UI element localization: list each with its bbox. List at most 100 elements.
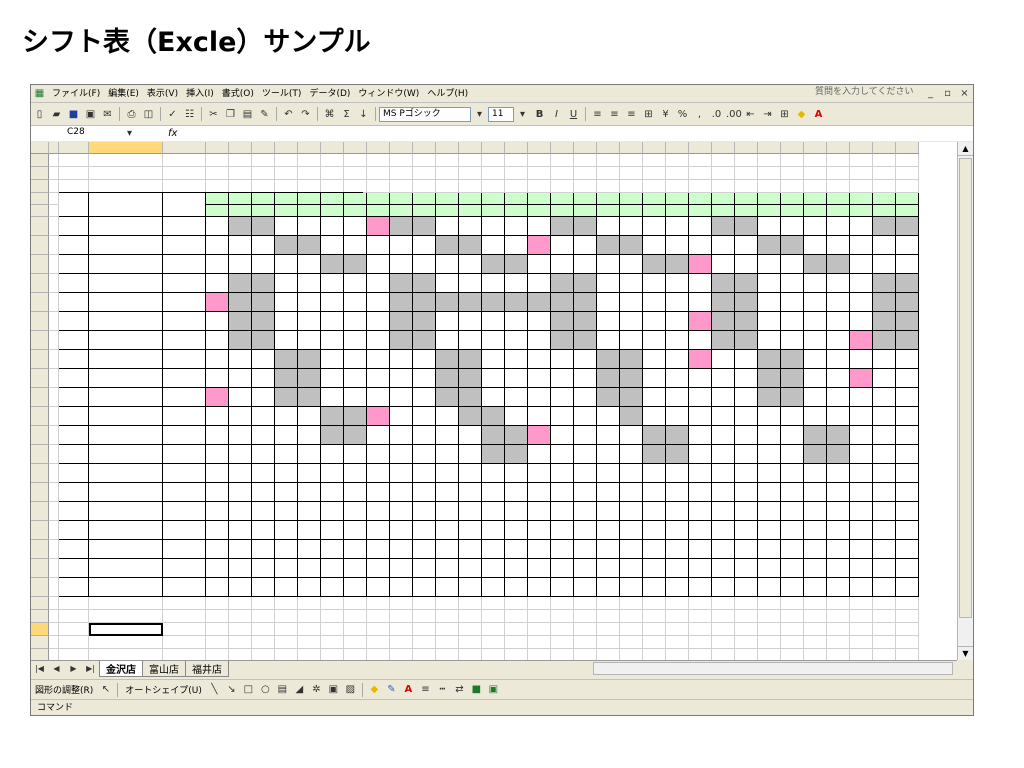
grid-cell[interactable] — [482, 623, 505, 636]
grid-cell[interactable] — [574, 540, 597, 559]
employee-role[interactable] — [163, 445, 206, 464]
grid-cell[interactable] — [49, 312, 59, 331]
shift-cell[interactable] — [206, 217, 229, 236]
grid-cell[interactable] — [827, 521, 850, 540]
shift-cell[interactable] — [827, 255, 850, 274]
grid-cell[interactable] — [459, 649, 482, 660]
grid-cell[interactable] — [712, 464, 735, 483]
grid-cell[interactable] — [758, 623, 781, 636]
shift-cell[interactable] — [689, 407, 712, 426]
row-header[interactable] — [31, 312, 49, 331]
grid-cell[interactable] — [873, 559, 896, 578]
grid-cell[interactable] — [896, 167, 919, 180]
grid-cell[interactable] — [436, 578, 459, 597]
grid-cell[interactable] — [344, 649, 367, 660]
shift-cell[interactable] — [689, 312, 712, 331]
grid-cell[interactable] — [89, 167, 163, 180]
shift-cell[interactable] — [459, 236, 482, 255]
grid-cell[interactable] — [597, 610, 620, 623]
grid-cell[interactable] — [229, 623, 252, 636]
shift-cell[interactable] — [620, 445, 643, 464]
grid-cell[interactable] — [643, 167, 666, 180]
shift-cell[interactable] — [689, 445, 712, 464]
grid-cell[interactable] — [712, 559, 735, 578]
shift-cell[interactable] — [321, 217, 344, 236]
employee-role[interactable] — [163, 426, 206, 445]
grid-cell[interactable] — [390, 623, 413, 636]
shift-cell[interactable] — [873, 293, 896, 312]
shift-cell[interactable] — [781, 217, 804, 236]
grid-cell[interactable] — [781, 610, 804, 623]
window-restore-icon[interactable]: ▫ — [940, 86, 955, 101]
grid-cell[interactable] — [551, 464, 574, 483]
grid-cell[interactable] — [643, 540, 666, 559]
column-header[interactable] — [551, 142, 574, 154]
shift-cell[interactable] — [643, 217, 666, 236]
grid-cell[interactable] — [735, 167, 758, 180]
shift-cell[interactable] — [666, 236, 689, 255]
grid-cell[interactable] — [59, 521, 89, 540]
grid-cell[interactable] — [252, 167, 275, 180]
shift-cell[interactable] — [827, 369, 850, 388]
grid-cell[interactable] — [781, 559, 804, 578]
grid-cell[interactable] — [735, 502, 758, 521]
shift-cell[interactable] — [689, 236, 712, 255]
grid-cell[interactable] — [321, 540, 344, 559]
shift-cell[interactable] — [367, 274, 390, 293]
shift-cell[interactable] — [574, 217, 597, 236]
grid-cell[interactable] — [666, 649, 689, 660]
grid-cell[interactable] — [59, 502, 89, 521]
shift-cell[interactable] — [344, 331, 367, 350]
grid-cell[interactable] — [321, 502, 344, 521]
grid-cell[interactable] — [229, 483, 252, 502]
column-header[interactable] — [827, 142, 850, 154]
grid-cell[interactable] — [436, 180, 459, 193]
employee-no[interactable] — [59, 274, 89, 293]
shift-cell[interactable] — [758, 407, 781, 426]
grid-cell[interactable] — [758, 521, 781, 540]
grid-cell[interactable] — [298, 521, 321, 540]
grid-cell[interactable] — [49, 610, 59, 623]
employee-name[interactable] — [89, 426, 163, 445]
grid-cell[interactable] — [390, 559, 413, 578]
grid-cell[interactable] — [574, 610, 597, 623]
grid-cell[interactable] — [804, 483, 827, 502]
shift-cell[interactable] — [735, 426, 758, 445]
shift-cell[interactable] — [252, 331, 275, 350]
grid-cell[interactable] — [436, 154, 459, 167]
shift-cell[interactable] — [528, 331, 551, 350]
shift-cell[interactable] — [482, 255, 505, 274]
grid-cell[interactable] — [459, 540, 482, 559]
grid-cell[interactable] — [827, 636, 850, 649]
grid-cell[interactable] — [827, 610, 850, 623]
shift-cell[interactable] — [459, 217, 482, 236]
grid-cell[interactable] — [781, 167, 804, 180]
grid-cell[interactable] — [49, 540, 59, 559]
grid-cell[interactable] — [482, 521, 505, 540]
employee-role[interactable] — [163, 312, 206, 331]
shift-cell[interactable] — [367, 369, 390, 388]
shift-cell[interactable] — [873, 236, 896, 255]
grid-cell[interactable] — [643, 578, 666, 597]
shift-cell[interactable] — [850, 350, 873, 369]
shift-cell[interactable] — [827, 236, 850, 255]
grid-cell[interactable] — [163, 559, 206, 578]
shift-cell[interactable] — [689, 255, 712, 274]
grid-cell[interactable] — [413, 559, 436, 578]
shift-cell[interactable] — [804, 255, 827, 274]
shift-cell[interactable] — [528, 407, 551, 426]
grid-cell[interactable] — [482, 483, 505, 502]
increase-indent-icon[interactable]: ⇥ — [760, 107, 775, 122]
grid-cell[interactable] — [551, 636, 574, 649]
grid-cell[interactable] — [827, 180, 850, 193]
grid-cell[interactable] — [436, 636, 459, 649]
shift-cell[interactable] — [482, 331, 505, 350]
textbox-icon[interactable]: ▤ — [275, 682, 290, 697]
grid-cell[interactable] — [551, 559, 574, 578]
grid-cell[interactable] — [459, 180, 482, 193]
grid-cell[interactable] — [436, 623, 459, 636]
grid-cell[interactable] — [666, 636, 689, 649]
shift-cell[interactable] — [620, 274, 643, 293]
shift-cell[interactable] — [344, 388, 367, 407]
grid-cell[interactable] — [735, 649, 758, 660]
